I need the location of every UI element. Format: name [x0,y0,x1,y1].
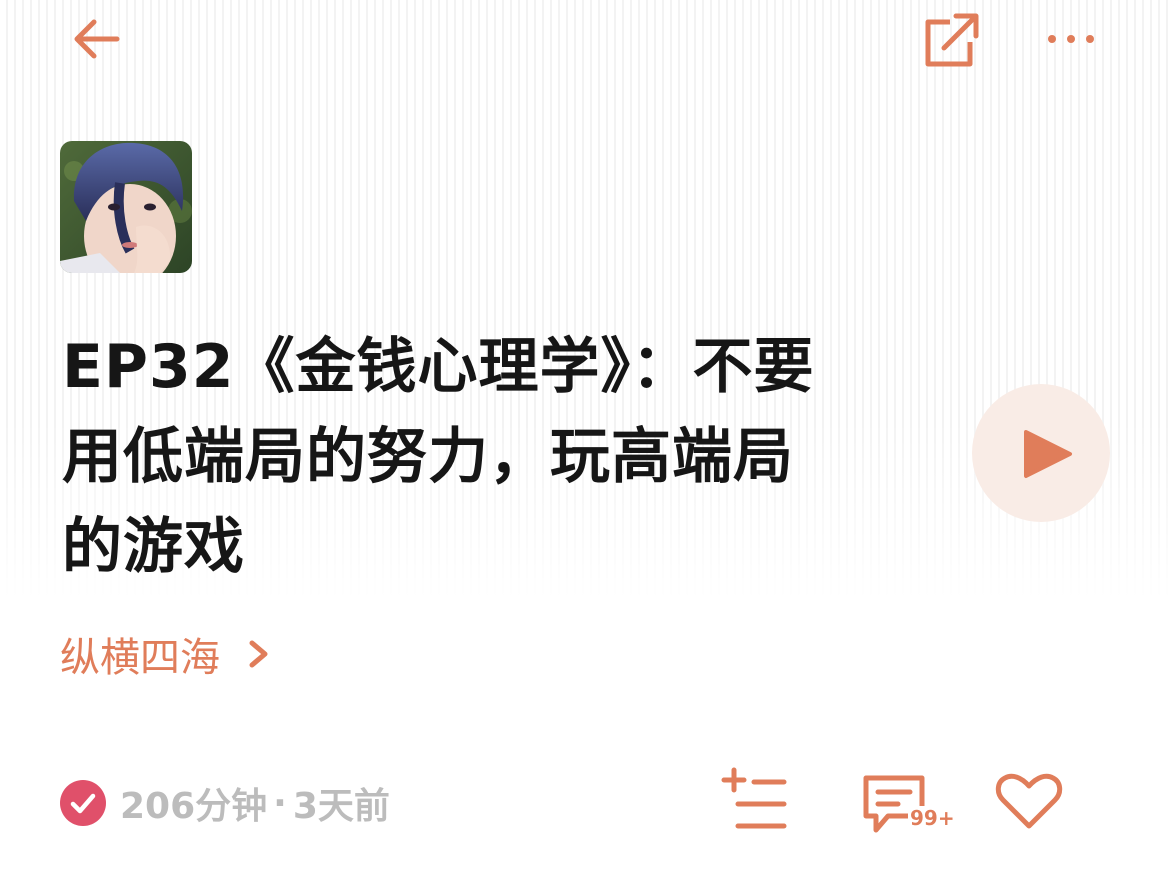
played-check-icon [60,780,106,826]
heart-icon [995,773,1063,829]
podcast-cover-image [60,141,192,273]
arrow-left-icon [74,19,120,59]
top-bar [0,0,1170,80]
more-button[interactable] [1040,18,1102,58]
like-button[interactable] [994,766,1064,838]
add-to-playlist-button[interactable] [718,766,792,838]
chevron-right-icon [249,640,268,668]
play-icon [1024,430,1072,478]
comments-button[interactable]: 99+ [858,766,962,838]
play-button[interactable] [972,384,1110,522]
episode-title: EP32《金钱心理学》：不要用低端局的努力，玩高端局的游戏 [62,332,815,582]
add-to-playlist-icon [721,767,787,829]
more-dots-icon [1048,35,1094,43]
back-button[interactable] [66,10,126,66]
channel-name: 纵横四海 [60,635,220,681]
channel-link[interactable]: 纵横四海 [60,624,272,684]
episode-published-date: 3天前 [292,786,390,827]
share-external-icon [925,13,979,67]
meta-separator: · [273,782,287,824]
share-button[interactable] [918,8,984,72]
episode-meta: 206分钟 · 3天前 [60,778,390,828]
comment-count-badge: 99+ [908,806,957,830]
episode-duration: 206分钟 [120,786,268,827]
